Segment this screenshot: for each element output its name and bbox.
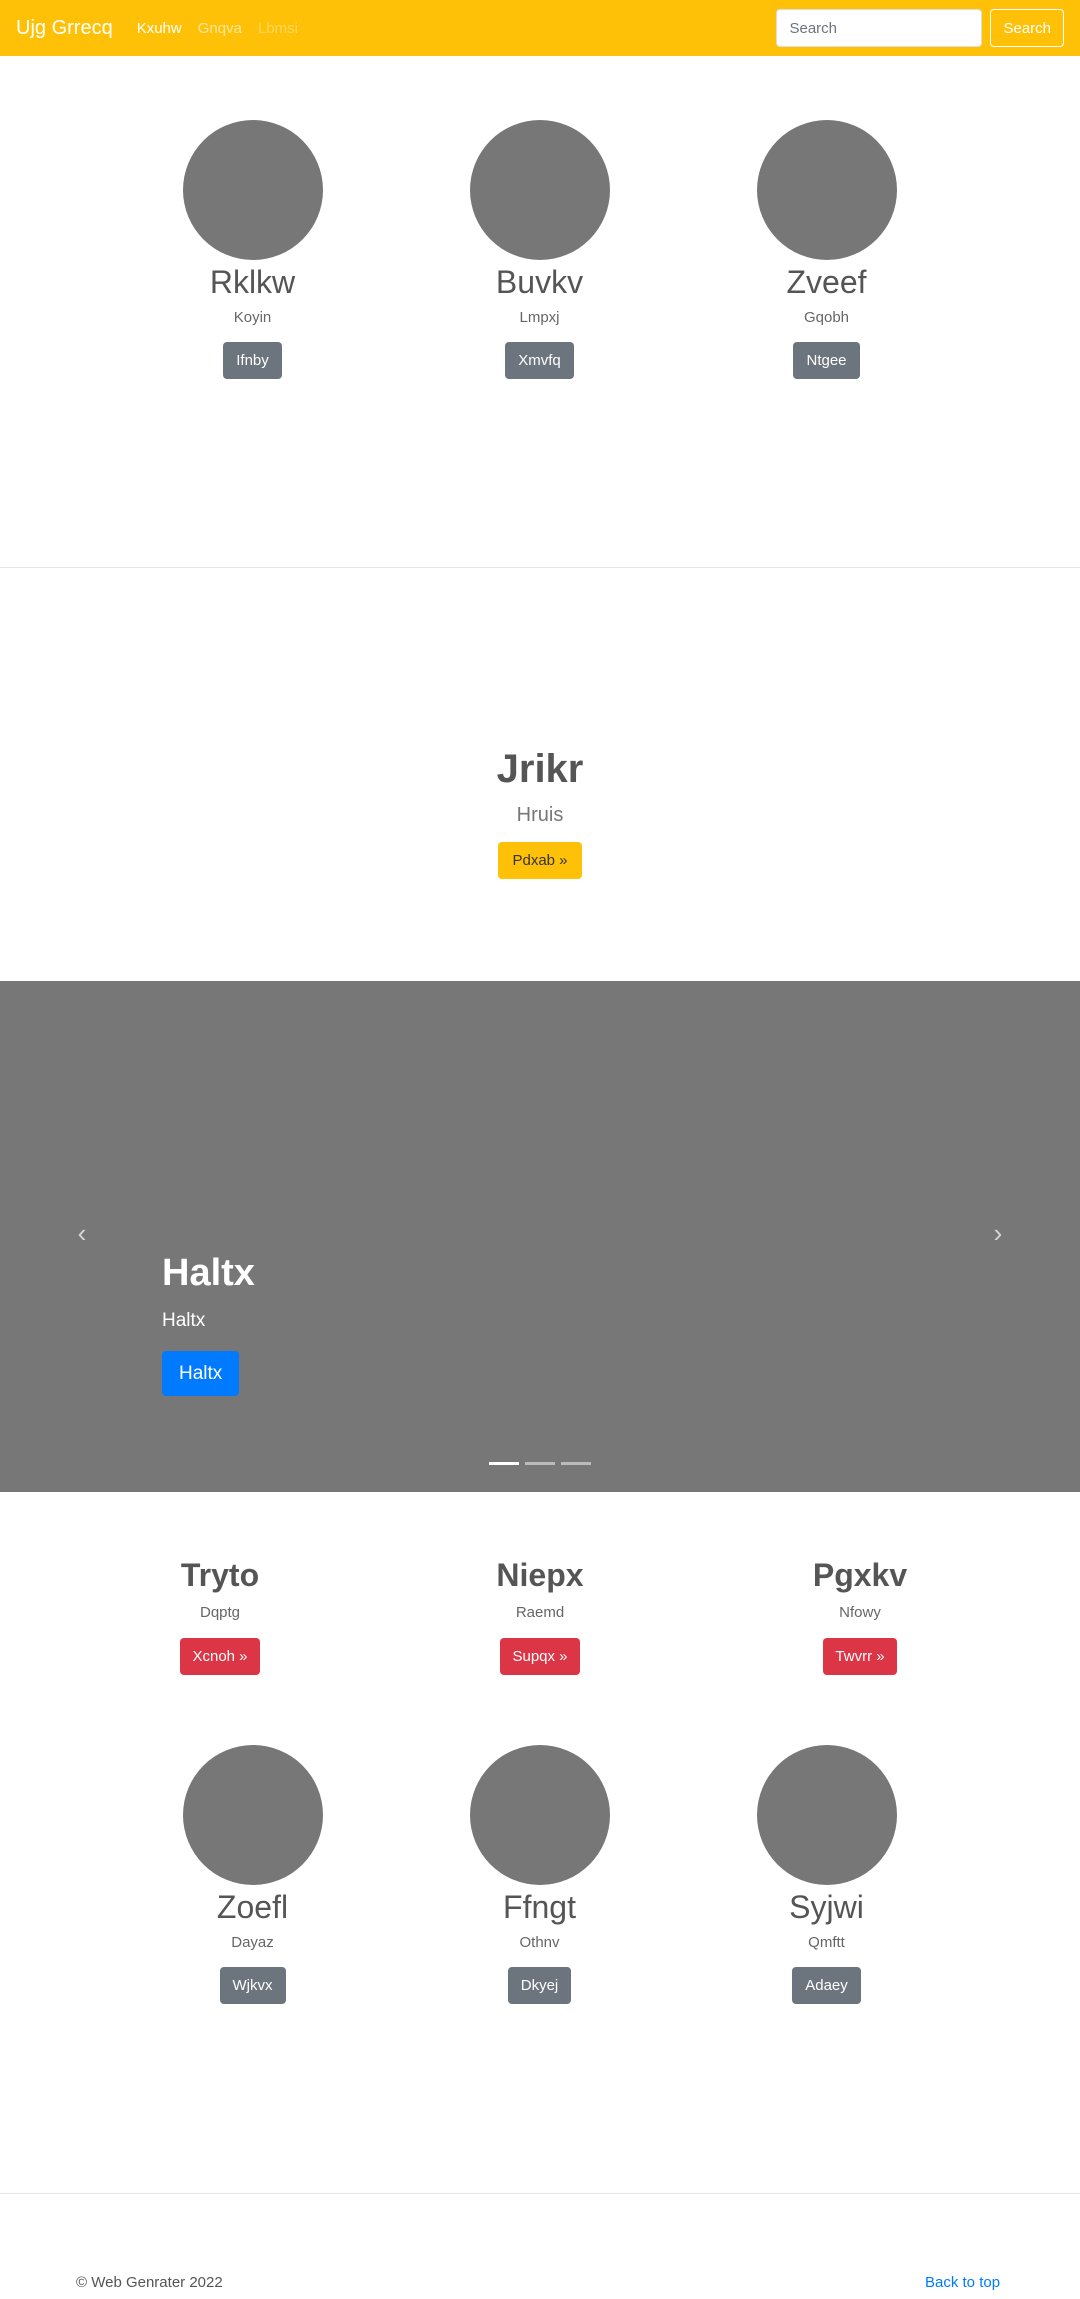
profile-subtitle: Gqobh (803, 309, 850, 326)
profile-name: Ffngt (503, 1889, 576, 1925)
nav-links: Kxuhw Gnqva Lbmsi (137, 20, 298, 37)
chevron-left-icon[interactable]: ‹ (70, 1220, 94, 1246)
marketing-subtitle: Nfowy (839, 1604, 881, 1621)
hero-subtitle: Hruis (516, 804, 564, 826)
nav-link-kxuhw[interactable]: Kxuhw (137, 20, 182, 37)
marketing-column: Pgxkv Nfowy Twvrr » (700, 1555, 1020, 1675)
profile-card: Zveef Gqobh Ntgee (683, 120, 970, 379)
marketing-title: Niepx (496, 1557, 584, 1593)
profile-button[interactable]: Ntgee (793, 342, 860, 379)
profile-card: Rklkw Koyin Ifnby (109, 120, 396, 379)
carousel-button[interactable]: Haltx (162, 1351, 240, 1396)
avatar-placeholder (756, 120, 897, 260)
hero-button[interactable]: Pdxab » (498, 842, 582, 879)
marketing-column: Tryto Dqptg Xcnoh » (60, 1555, 380, 1675)
carousel-title: Haltx (162, 1252, 255, 1294)
profile-button[interactable]: Xmvfq (505, 342, 574, 379)
profile-name: Rklkw (209, 264, 296, 300)
back-to-top-link[interactable]: Back to top (925, 2274, 1000, 2291)
marketing-subtitle: Raemd (515, 1604, 565, 1621)
copyright-text: © Web Genrater 2022 (76, 2274, 223, 2291)
search-form: Search (776, 9, 1064, 47)
profile-subtitle: Koyin (233, 309, 272, 326)
marketing-title: Tryto (180, 1557, 260, 1593)
marketing-button[interactable]: Xcnoh » (180, 1638, 260, 1675)
carousel-indicators (489, 1462, 591, 1465)
profile-row-top: Rklkw Koyin Ifnby Buvkv Lmpxj Xmvfq Zvee… (0, 120, 1080, 400)
profile-button[interactable]: Ifnby (223, 342, 282, 379)
profile-subtitle: Dayaz (231, 1934, 274, 1951)
profile-button[interactable]: Dkyej (507, 1967, 572, 2004)
section-divider (0, 567, 1080, 568)
hero-title: Jrikr (496, 747, 584, 791)
nav-link-gnqva[interactable]: Gnqva (198, 20, 242, 37)
marketing-button[interactable]: Supqx » (500, 1638, 580, 1675)
profile-card: Ffngt Othnv Dkyej (396, 1745, 683, 2004)
hero-section: Jrikr Hruis Pdxab » (0, 745, 1080, 879)
profile-subtitle: Qmftt (808, 1934, 845, 1951)
top-navbar: Ujg Grrecq Kxuhw Gnqva Lbmsi Search (0, 0, 1080, 56)
chevron-right-icon[interactable]: › (986, 1220, 1010, 1246)
marketing-subtitle: Dqptg (199, 1604, 241, 1621)
carousel-indicator[interactable] (489, 1462, 519, 1465)
profile-card: Zoefl Dayaz Wjkvx (109, 1745, 396, 2004)
avatar-placeholder (182, 120, 323, 260)
profile-button[interactable]: Wjkvx (219, 1967, 286, 2004)
carousel: ‹ › Haltx Haltx Haltx (0, 981, 1080, 1492)
marketing-title: Pgxkv (812, 1557, 908, 1593)
profile-button[interactable]: Adaey (792, 1967, 861, 2004)
profile-name: Zoefl (216, 1889, 289, 1925)
nav-link-lbmsi: Lbmsi (257, 19, 298, 37)
carousel-indicator[interactable] (561, 1462, 591, 1465)
profile-name: Buvkv (495, 264, 584, 300)
profile-name: Syjwi (789, 1889, 864, 1925)
marketing-column: Niepx Raemd Supqx » (380, 1555, 700, 1675)
profile-card: Syjwi Qmftt Adaey (683, 1745, 970, 2004)
profile-card: Buvkv Lmpxj Xmvfq (396, 120, 683, 379)
carousel-indicator[interactable] (525, 1462, 555, 1465)
profile-subtitle: Othnv (519, 1934, 560, 1951)
section-divider (0, 2193, 1080, 2194)
carousel-caption: Haltx Haltx Haltx (162, 1251, 255, 1396)
profile-subtitle: Lmpxj (519, 309, 560, 326)
search-button[interactable]: Search (990, 9, 1064, 47)
avatar-placeholder (469, 120, 610, 260)
profile-name: Zveef (786, 264, 867, 300)
search-input[interactable] (776, 9, 983, 47)
carousel-subtitle: Haltx (162, 1310, 206, 1331)
avatar-placeholder (182, 1745, 323, 1885)
avatar-placeholder (756, 1745, 897, 1885)
profile-row-bottom: Zoefl Dayaz Wjkvx Ffngt Othnv Dkyej Syjw… (0, 1745, 1080, 2025)
brand-logo-text[interactable]: Ujg Grrecq (16, 17, 113, 40)
avatar-placeholder (469, 1745, 610, 1885)
marketing-button[interactable]: Twvrr » (823, 1638, 897, 1675)
